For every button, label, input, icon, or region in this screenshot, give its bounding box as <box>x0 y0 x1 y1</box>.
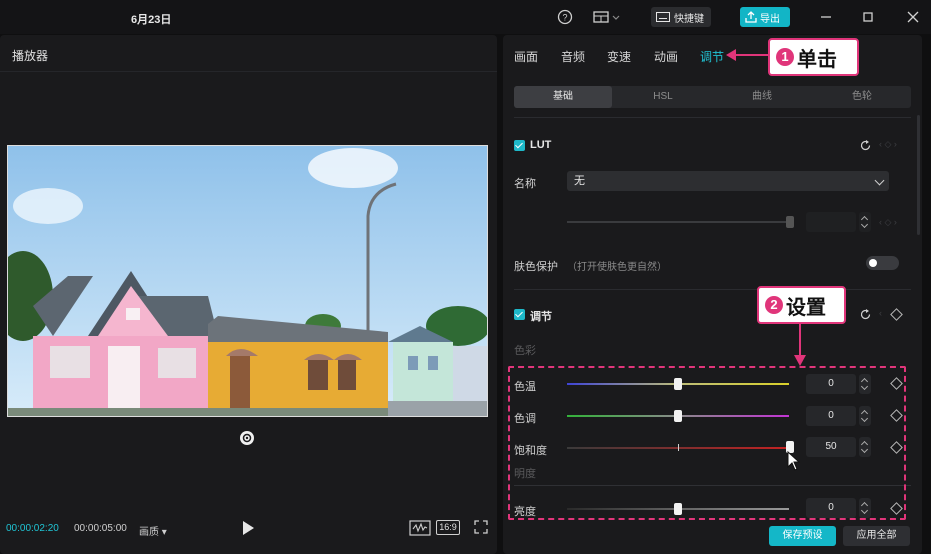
adjust-subtabs: 基础 HSL 曲线 色轮 <box>514 86 911 108</box>
scrollbar[interactable] <box>917 115 920 235</box>
step1-number: 1 <box>776 48 794 66</box>
waveform-icon[interactable] <box>409 520 431 536</box>
save-preset-button[interactable]: 保存预设 <box>769 526 836 546</box>
skin-protect-label: 肤色保护 <box>514 261 558 273</box>
adjust-checkbox[interactable] <box>514 309 525 320</box>
player-divider <box>0 71 497 72</box>
lut-name-label: 名称 <box>514 178 536 190</box>
title-bar: 6月23日 ? 快捷键 导出 <box>0 0 931 34</box>
lut-name-value: 无 <box>574 175 585 187</box>
lut-intensity-slider <box>567 221 789 223</box>
divider <box>514 289 911 290</box>
subtab-basic[interactable]: 基础 <box>514 86 612 108</box>
current-time: 00:00:02:20 <box>6 523 59 534</box>
subtab-curves[interactable]: 曲线 <box>713 86 811 108</box>
panel-tabs: 画面 音频 变速 动画 调节 <box>503 35 922 73</box>
keyframe-nav-icon: ‹ <box>879 308 882 318</box>
player-title: 播放器 <box>12 49 49 63</box>
tab-adjust[interactable]: 调节 <box>700 48 724 65</box>
reset-lut-icon[interactable] <box>859 139 872 152</box>
annotation-highlight-box <box>508 366 906 520</box>
minimize-icon[interactable] <box>818 9 834 25</box>
subtab-color-wheel[interactable]: 色轮 <box>813 86 911 108</box>
tab-speed[interactable]: 变速 <box>607 48 631 65</box>
export-label: 导出 <box>760 13 780 25</box>
shortcut-button[interactable]: 快捷键 <box>651 7 711 27</box>
maximize-icon[interactable] <box>860 9 876 25</box>
skin-protect-hint: （打开使肤色更自然） <box>567 262 667 273</box>
step1-text: 单击 <box>797 48 837 71</box>
divider <box>514 117 911 118</box>
play-icon[interactable] <box>241 520 255 536</box>
lut-intensity-input <box>806 212 856 232</box>
quality-label: 画质 <box>139 527 159 538</box>
annotation-step2: 2 设置 <box>757 286 846 324</box>
color-group-label: 色彩 <box>514 345 536 357</box>
svg-text:?: ? <box>562 13 567 23</box>
video-frame <box>8 146 487 416</box>
reset-adjust-icon[interactable] <box>859 308 872 321</box>
keyboard-icon <box>656 12 670 22</box>
apply-all-button[interactable]: 应用全部 <box>843 526 910 546</box>
video-preview[interactable] <box>7 145 488 417</box>
keyframe-nav-icon: ‹ ◇ › <box>879 217 897 227</box>
chevron-down-icon <box>874 175 885 186</box>
layout-icon[interactable] <box>592 8 622 26</box>
tab-animation[interactable]: 动画 <box>654 48 678 65</box>
tab-audio[interactable]: 音频 <box>561 48 585 65</box>
adjust-title: 调节 <box>530 311 552 323</box>
lut-name-select[interactable]: 无 <box>567 171 889 191</box>
reset-icon[interactable] <box>239 430 255 446</box>
shortcut-label: 快捷键 <box>674 13 704 25</box>
fullscreen-icon[interactable] <box>474 520 488 534</box>
toggle-knob <box>869 259 877 267</box>
export-icon <box>745 11 757 23</box>
project-date: 6月23日 <box>131 14 172 26</box>
tab-picture[interactable]: 画面 <box>514 48 538 65</box>
quality-dropdown[interactable]: 画质 ▾ <box>139 523 167 538</box>
skin-protect-toggle[interactable] <box>866 256 899 270</box>
subtab-hsl[interactable]: HSL <box>614 86 712 108</box>
close-icon[interactable] <box>905 9 921 25</box>
annotation-arrow-left <box>726 49 771 61</box>
lut-checkbox[interactable] <box>514 140 525 151</box>
annotation-arrow-down <box>794 324 806 366</box>
total-time: 00:00:05:00 <box>74 523 127 534</box>
keyframe-nav-icon: ‹ ◇ › <box>879 139 897 149</box>
lut-intensity-thumb <box>786 216 794 228</box>
keyframe-diamond-icon[interactable] <box>890 308 903 321</box>
help-icon[interactable]: ? <box>556 8 574 26</box>
step2-number: 2 <box>765 296 783 314</box>
lut-title: LUT <box>530 139 552 151</box>
step2-text: 设置 <box>786 296 826 319</box>
player-panel: 播放器 00:00:02:20 00:00:05:00 画质 ▾ 16:9 <box>0 35 497 554</box>
export-button[interactable]: 导出 <box>740 7 790 27</box>
aspect-ratio-button[interactable]: 16:9 <box>436 520 460 535</box>
annotation-step1: 1 单击 <box>768 38 859 76</box>
lut-intensity-stepper <box>859 212 871 232</box>
